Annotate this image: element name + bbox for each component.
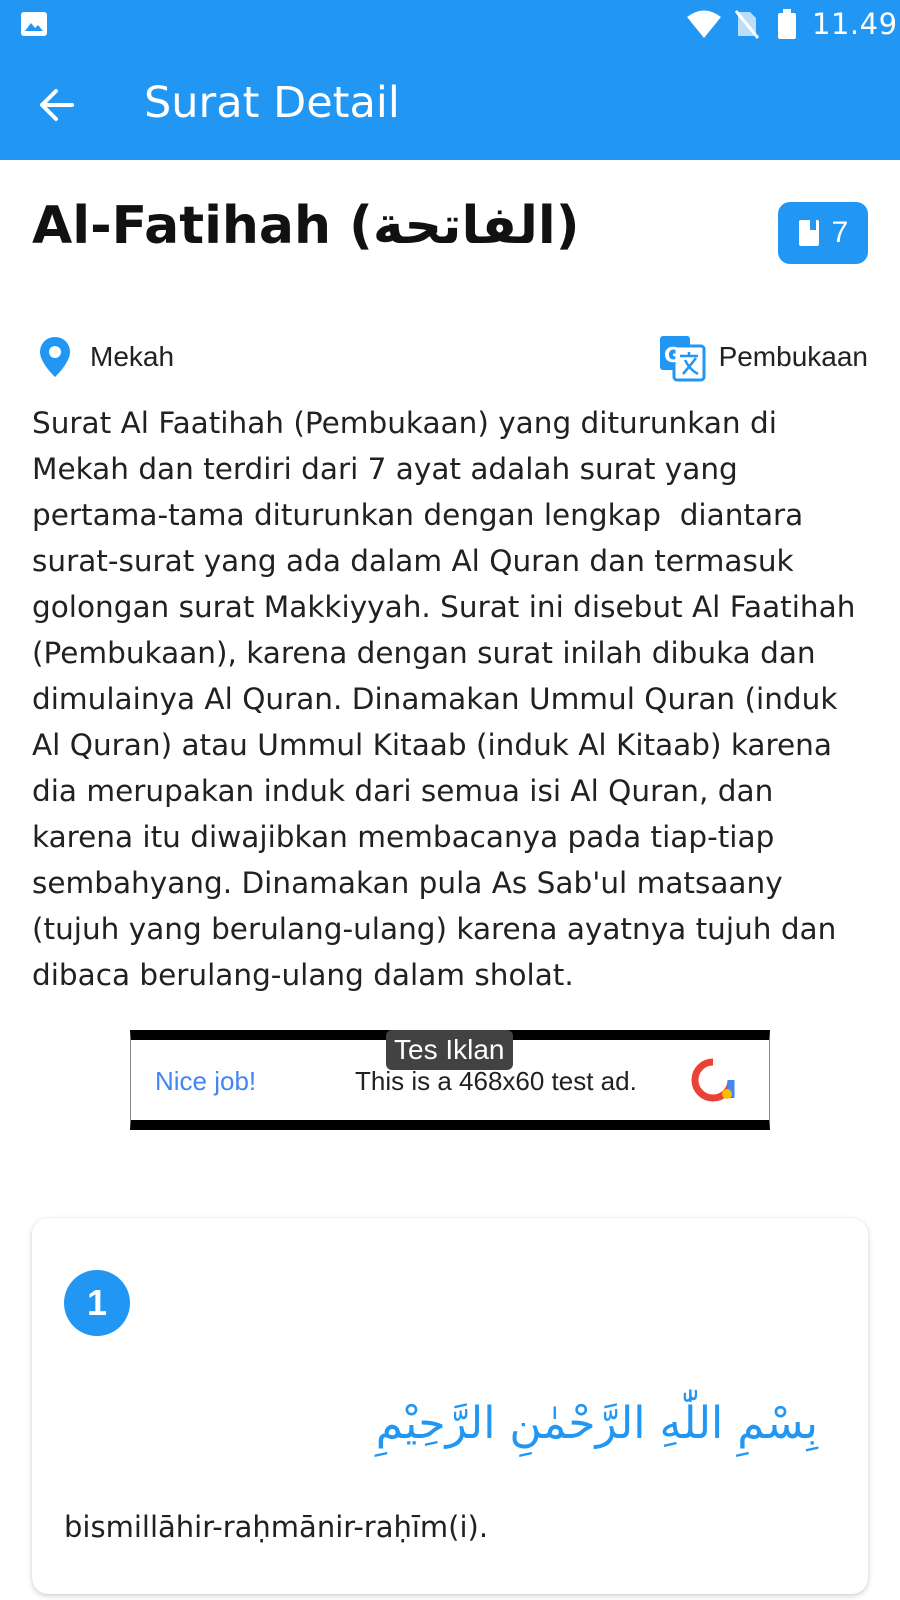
surat-description: Surat Al Faatihah (Pembukaan) yang ditur… (32, 406, 865, 992)
ayat-card[interactable]: 1 بِسْمِ اللّٰهِ الرَّحْمٰنِ الرَّحِيْمِ… (32, 1218, 868, 1594)
no-sim-icon (734, 10, 760, 39)
translate-icon: G (660, 336, 706, 382)
ad-logo-icon (691, 1058, 735, 1102)
ayat-transliteration: bismillāhir-raḥmānir-raḥīm(i). (64, 1510, 489, 1544)
book-icon (798, 220, 819, 246)
ayat-number-badge: 1 (64, 1270, 130, 1336)
ayat-count: 7 (831, 216, 849, 249)
arrow-back-icon (40, 89, 74, 121)
page-title: Surat Detail (144, 78, 400, 128)
image-icon (21, 12, 47, 36)
status-time: 11.49 (812, 7, 898, 41)
wifi-icon (687, 10, 721, 38)
battery-icon (778, 9, 796, 39)
ad-text: This is a 468x60 test ad. (355, 1066, 637, 1096)
surat-info-row: Mekah G Pembukaan (32, 334, 868, 384)
surat-meaning: Pembukaan (718, 341, 868, 372)
svg-text:G: G (664, 343, 680, 367)
revelation-place: Mekah (90, 341, 175, 372)
ayat-count-badge[interactable]: 7 (778, 202, 868, 264)
surat-title: Al-Fatihah (الفاتحة) (32, 196, 580, 256)
location-pin-icon (40, 337, 70, 377)
app-bar: Surat Detail (0, 50, 900, 160)
ad-headline: Nice job! (155, 1066, 257, 1096)
ayat-arabic-text: بِسْمِ اللّٰهِ الرَّحْمٰنِ الرَّحِيْمِ (375, 1398, 818, 1449)
status-bar: 11.49 (0, 0, 900, 50)
back-button[interactable] (30, 77, 86, 133)
test-ad-label: Tes Iklan (386, 1030, 513, 1070)
